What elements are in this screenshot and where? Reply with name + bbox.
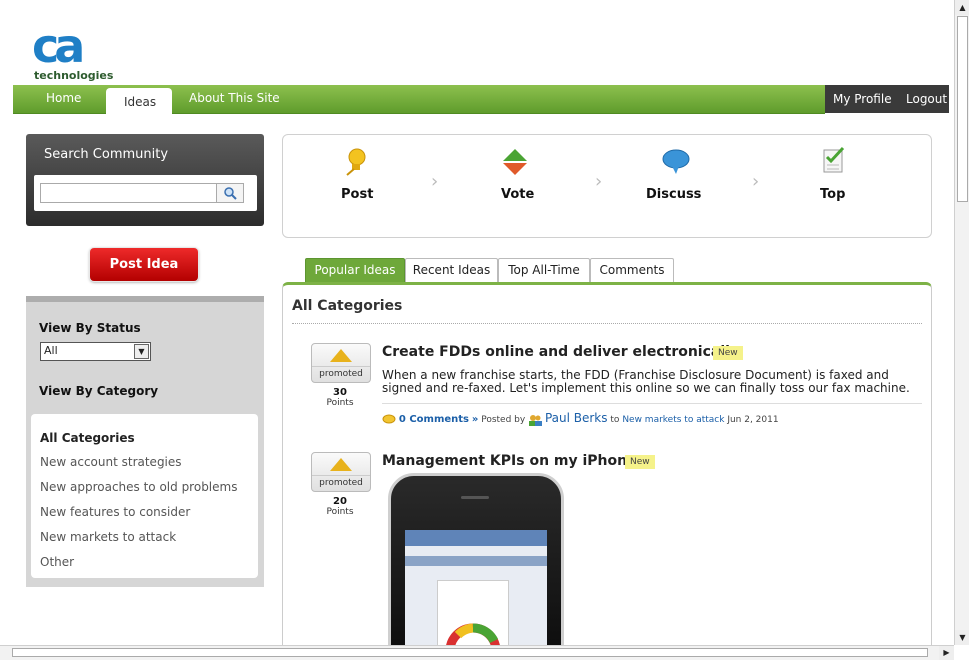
- idea-status: promoted: [312, 475, 370, 488]
- logo-mark: ca: [32, 19, 85, 73]
- phone-toolbar: [405, 556, 547, 566]
- search-button[interactable]: [216, 183, 244, 203]
- comments-arrow: »: [471, 414, 479, 425]
- new-badge: New: [713, 346, 743, 360]
- nav-home[interactable]: Home: [46, 91, 81, 105]
- up-arrow-icon: [330, 458, 352, 471]
- idea-points: 30: [333, 387, 347, 398]
- phone-speaker: [461, 496, 489, 499]
- lightbulb-icon: [346, 148, 366, 176]
- step-top: Top: [820, 187, 846, 202]
- category-new-features[interactable]: New features to consider: [40, 505, 190, 519]
- search-field-wrapper: [34, 175, 257, 211]
- speech-bubble-icon: [662, 149, 690, 174]
- vote-arrows-icon: [503, 149, 527, 175]
- scroll-right-icon[interactable]: ▶: [939, 646, 954, 660]
- phone-screen: [405, 530, 547, 648]
- divider: [292, 323, 922, 324]
- account-nav: My Profile Logout: [825, 85, 949, 113]
- step-discuss: Discuss: [646, 187, 702, 202]
- vote-button[interactable]: promoted: [311, 452, 371, 492]
- vertical-scroll-thumb[interactable]: [957, 16, 968, 202]
- category-new-approaches[interactable]: New approaches to old problems: [40, 480, 237, 494]
- phone-report-thumbnail: [437, 580, 509, 648]
- category-new-account-strategies[interactable]: New account strategies: [40, 455, 182, 469]
- search-input[interactable]: [40, 183, 216, 203]
- to-label: to: [610, 415, 620, 425]
- idea-points: 20: [333, 496, 347, 507]
- posted-by-label: Posted by: [481, 415, 526, 425]
- market-link[interactable]: New markets to attack: [622, 415, 724, 425]
- filter-panel: View By Status All ▼ View By Category Al…: [26, 296, 264, 587]
- comments-link[interactable]: 0 Comments: [399, 414, 469, 425]
- nav-my-profile[interactable]: My Profile: [833, 92, 892, 106]
- chevron-down-icon: ▼: [134, 344, 149, 359]
- search-icon: [224, 187, 237, 200]
- nav-ideas-tab[interactable]: Ideas: [106, 88, 172, 114]
- author-link[interactable]: Paul Berks: [545, 411, 608, 425]
- view-by-status-heading: View By Status: [39, 321, 141, 335]
- step-arrow-icon: ›: [752, 171, 760, 192]
- phone-status-bar: [405, 530, 547, 546]
- category-other[interactable]: Other: [40, 555, 74, 569]
- category-title: All Categories: [292, 298, 403, 314]
- new-badge: New: [625, 455, 655, 469]
- scroll-down-icon[interactable]: ▼: [955, 630, 969, 645]
- idea-title[interactable]: Management KPIs on my iPhone: [382, 453, 637, 469]
- vote-button[interactable]: promoted: [311, 343, 371, 383]
- step-arrow-icon: ›: [595, 171, 603, 192]
- horizontal-scrollbar[interactable]: ▶: [0, 645, 954, 660]
- up-arrow-icon: [330, 349, 352, 362]
- tab-comments[interactable]: Comments: [590, 258, 674, 282]
- post-date: Jun 2, 2011: [727, 415, 779, 425]
- idea-points-label: Points: [326, 507, 354, 517]
- category-new-markets[interactable]: New markets to attack: [40, 530, 176, 544]
- idea-vote-widget[interactable]: promoted 20 Points: [311, 452, 371, 517]
- tab-recent-ideas[interactable]: Recent Ideas: [405, 258, 498, 282]
- step-arrow-icon: ›: [431, 171, 439, 192]
- ca-logo[interactable]: ca technologies: [32, 19, 114, 86]
- idea-meta: 0 Comments » Posted by Paul Berks to New…: [382, 403, 922, 426]
- idea-vote-widget[interactable]: promoted 30 Points: [311, 343, 371, 408]
- idea-title[interactable]: Create FDDs online and deliver electroni…: [382, 344, 739, 360]
- step-post: Post: [341, 187, 374, 202]
- step-vote: Vote: [501, 187, 535, 202]
- iphone-image: [388, 473, 564, 648]
- category-list: All Categories New account strategies Ne…: [31, 414, 258, 578]
- idea-status: promoted: [312, 366, 370, 379]
- main-nav-bar: Home Ideas About This Site: [13, 85, 825, 114]
- tab-top-all-time[interactable]: Top All-Time: [498, 258, 590, 282]
- post-idea-button[interactable]: Post Idea: [90, 248, 198, 281]
- category-all[interactable]: All Categories: [40, 431, 135, 445]
- gauge-chart-icon: [445, 623, 501, 648]
- horizontal-scroll-thumb[interactable]: [12, 648, 928, 657]
- nav-ideas-label: Ideas: [124, 95, 157, 109]
- search-title: Search Community: [44, 147, 169, 162]
- checklist-icon: [823, 146, 845, 173]
- view-by-category-heading: View By Category: [39, 384, 159, 398]
- comment-icon: [382, 414, 396, 424]
- status-select-value: All: [44, 344, 58, 357]
- scroll-up-icon[interactable]: ▲: [955, 0, 969, 15]
- nav-logout[interactable]: Logout: [906, 92, 947, 106]
- logo-subtitle: technologies: [34, 69, 114, 82]
- tab-popular-ideas[interactable]: Popular Ideas: [305, 258, 405, 282]
- vertical-scrollbar[interactable]: ▲ ▼: [954, 0, 969, 645]
- user-icon: [529, 414, 543, 426]
- status-select[interactable]: All ▼: [40, 342, 151, 361]
- idea-description: When a new franchise starts, the FDD (Fr…: [382, 368, 910, 395]
- search-community-panel: Search Community: [26, 134, 264, 226]
- ideas-content-panel: All Categories promoted 30 Points Create…: [282, 282, 932, 648]
- idea-points-label: Points: [326, 398, 354, 408]
- how-it-works-steps: Post › Vote › Discuss › Top: [282, 134, 932, 238]
- nav-about[interactable]: About This Site: [189, 91, 280, 105]
